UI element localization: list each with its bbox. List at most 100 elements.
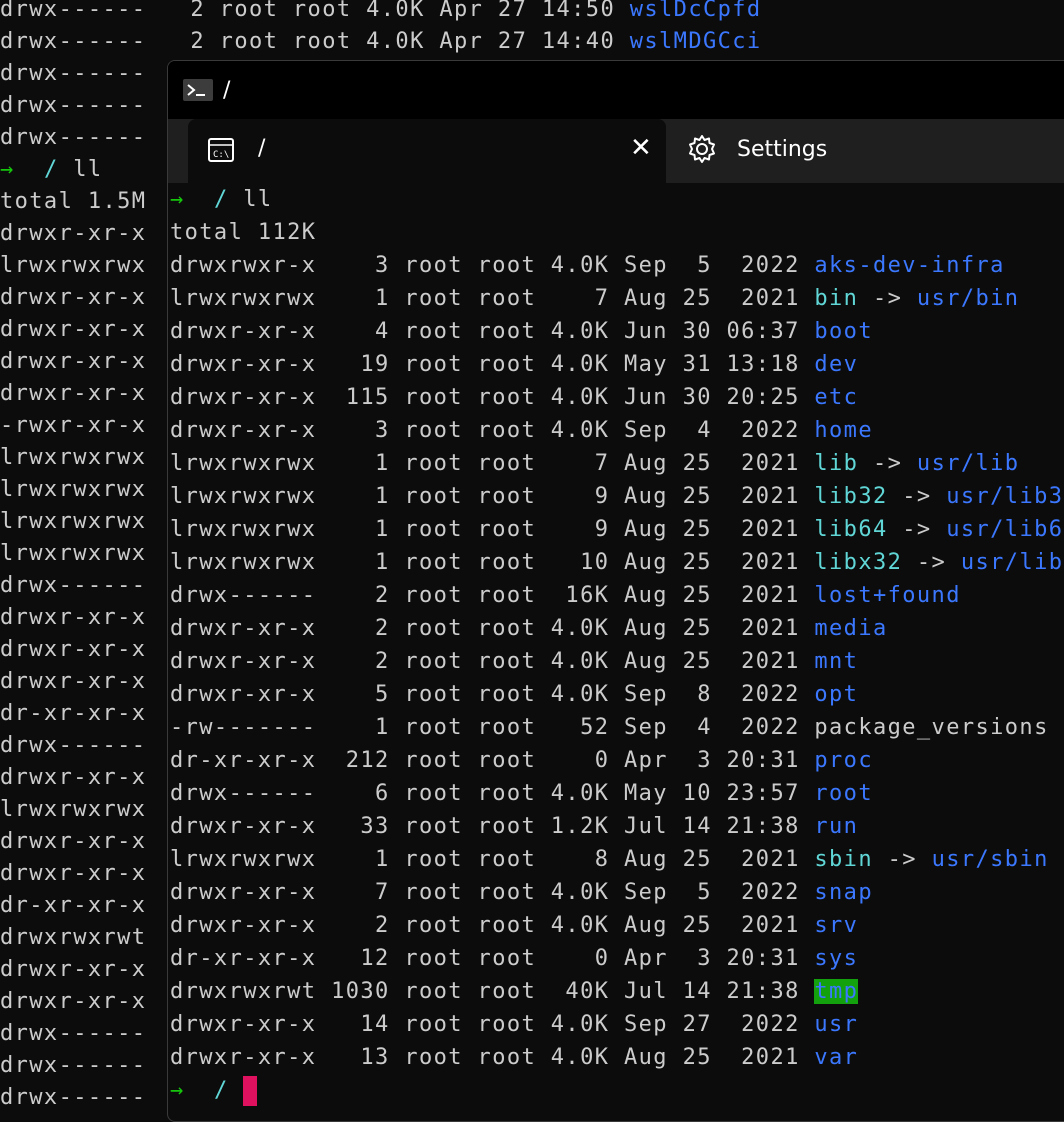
dir-name: boot [814, 319, 873, 344]
row-meta: drwxr-xr-x 14 root root 4.0K Sep 27 2022 [170, 1012, 815, 1037]
dir-name: var [814, 1045, 859, 1070]
symlink-target: usr/libx32 [960, 550, 1064, 575]
row-meta: drwxrwxrwt 1030 root root 40K Jul 14 21:… [170, 979, 815, 1004]
listing-row: dr-xr-xr-x 212 root root 0 Apr 3 20:31 p… [170, 744, 1064, 777]
title-bar: / [168, 61, 1064, 119]
listing-row: drwxr-xr-x 5 root root 4.0K Sep 8 2022 o… [170, 678, 1064, 711]
listing-row: drwx------ 2 root root 16K Aug 25 2021 l… [170, 579, 1064, 612]
symlink-arrow: -> [872, 847, 932, 872]
bg-perm: total 1.5M [0, 189, 147, 214]
bg-perm: drwxr-xr-x [0, 317, 147, 342]
listing-row: -rw------- 1 root root 52 Sep 4 2022 pac… [170, 711, 1064, 744]
listing-row: drwxr-xr-x 4 root root 4.0K Jun 30 06:37… [170, 315, 1064, 348]
dir-name: proc [814, 748, 873, 773]
tab-strip: C:\ / ✕ Settings [168, 119, 1064, 183]
bg-perm: drwx------ [0, 733, 147, 758]
terminal-app-icon [183, 79, 213, 101]
prompt-cwd: / [213, 187, 229, 212]
dir-name: root [814, 781, 873, 806]
dir-name: srv [814, 913, 859, 938]
listing-row: drwxrwxr-x 3 root root 4.0K Sep 5 2022 a… [170, 249, 1064, 282]
symlink-name: lib32 [814, 484, 888, 509]
bg-line: drwx------ 2 root root 4.0K Apr 27 14:40… [0, 26, 1064, 58]
close-icon[interactable]: ✕ [630, 133, 652, 163]
dir-name: run [814, 814, 859, 839]
symlink-arrow: -> [858, 451, 917, 476]
bg-perm: drwxr-xr-x [0, 221, 147, 246]
listing-row: drwxr-xr-x 33 root root 1.2K Jul 14 21:3… [170, 810, 1064, 843]
bg-line: drwx------ 2 root root 4.0K Apr 27 14:50… [0, 0, 1064, 26]
row-meta: drwxr-xr-x 7 root root 4.0K Sep 5 2022 [170, 880, 815, 905]
symlink-target: usr/lib32 [946, 484, 1064, 509]
bg-perm: lrwxrwxrwx [0, 541, 147, 566]
symlink-arrow: -> [902, 550, 961, 575]
row-meta: drwxrwxr-x 3 root root 4.0K Sep 5 2022 [170, 253, 815, 278]
sticky-dir-name: tmp [814, 979, 859, 1004]
bg-perm: drwx------ [0, 61, 147, 86]
symlink-name: libx32 [814, 550, 903, 575]
dir-name: dev [814, 352, 859, 377]
listing-row: lrwxrwxrwx 1 root root 9 Aug 25 2021 lib… [170, 513, 1064, 546]
symlink-arrow: -> [858, 286, 917, 311]
bg-perm: drwxr-xr-x [0, 285, 147, 310]
listing-row: lrwxrwxrwx 1 root root 8 Aug 25 2021 sbi… [170, 843, 1064, 876]
bg-perm: lrwxrwxrwx [0, 253, 147, 278]
row-meta: drwxr-xr-x 3 root root 4.0K Sep 4 2022 [170, 418, 815, 443]
bg-perm: -rwxr-xr-x [0, 413, 147, 438]
symlink-name: lib64 [814, 517, 888, 542]
symlink-target: usr/bin [916, 286, 1020, 311]
symlink-name: sbin [814, 847, 873, 872]
symlink-target: usr/lib [916, 451, 1020, 476]
row-meta: drwxr-xr-x 2 root root 4.0K Aug 25 2021 [170, 913, 815, 938]
row-meta: drwxr-xr-x 13 root root 4.0K Aug 25 2021 [170, 1045, 815, 1070]
prompt-line: → / [170, 1074, 1064, 1107]
row-meta: drwxr-xr-x 2 root root 4.0K Aug 25 2021 [170, 649, 815, 674]
listing-row: drwx------ 6 root root 4.0K May 10 23:57… [170, 777, 1064, 810]
total-line: total 112K [170, 220, 317, 245]
row-meta: drwxr-xr-x 2 root root 4.0K Aug 25 2021 [170, 616, 815, 641]
prompt-arrow: → [170, 1078, 185, 1103]
bg-perm: lrwxrwxrwx [0, 509, 147, 534]
bg-perm: drwxr-xr-x [0, 957, 147, 982]
row-meta: -rw------- 1 root root 52 Sep 4 2022 [170, 715, 815, 740]
listing-row: drwxr-xr-x 2 root root 4.0K Aug 25 2021 … [170, 612, 1064, 645]
listing-row: drwxr-xr-x 2 root root 4.0K Aug 25 2021 … [170, 909, 1064, 942]
bg-perm: drwx------ [0, 125, 147, 150]
bg-dir-name: wslMDGCci [629, 29, 762, 54]
bg-perm: lrwxrwxrwx [0, 445, 147, 470]
dir-name: etc [814, 385, 859, 410]
dir-name: sys [814, 946, 859, 971]
row-meta: drwxr-xr-x 115 root root 4.0K Jun 30 20:… [170, 385, 815, 410]
prompt-arrow: → [0, 157, 15, 182]
bg-perm: dr-xr-xr-x [0, 701, 147, 726]
bg-line-meta: drwx------ 2 root root 4.0K Apr 27 14:50 [0, 0, 630, 22]
row-meta: drwx------ 6 root root 4.0K May 10 23:57 [170, 781, 815, 806]
bg-perm: drwxrwxrwt [0, 925, 147, 950]
dir-name: opt [814, 682, 859, 707]
bg-perm: drwxr-xr-x [0, 381, 147, 406]
bg-perm: drwxr-xr-x [0, 829, 147, 854]
symlink-target: usr/lib64 [946, 517, 1064, 542]
prompt-cwd: / [213, 1078, 229, 1103]
row-meta: dr-xr-xr-x 212 root root 0 Apr 3 20:31 [170, 748, 815, 773]
bg-line-meta: drwx------ 2 root root 4.0K Apr 27 14:40 [0, 29, 630, 54]
terminal-window: / C:\ / ✕ Settings → / ll total 112K drwxr… [167, 60, 1064, 1122]
dir-name: home [814, 418, 873, 443]
row-meta: lrwxrwxrwx 1 root root 8 Aug 25 2021 [170, 847, 815, 872]
listing-row: lrwxrwxrwx 1 root root 7 Aug 25 2021 bin… [170, 282, 1064, 315]
tab-settings[interactable]: Settings [668, 119, 1064, 183]
bg-perm: drwxr-xr-x [0, 669, 147, 694]
listing-row: dr-xr-xr-x 12 root root 0 Apr 3 20:31 sy… [170, 942, 1064, 975]
gear-icon [686, 133, 718, 165]
cmd-icon: C:\ [208, 138, 234, 162]
bg-perm: drwx------ [0, 573, 147, 598]
window-title: / [223, 77, 231, 103]
terminal-output[interactable]: → / ll total 112K drwxrwxr-x 3 root root 4… [170, 183, 1064, 1121]
bg-perm: drwx------ [0, 1085, 147, 1110]
listing-row: drwxr-xr-x 14 root root 4.0K Sep 27 2022… [170, 1008, 1064, 1041]
bg-dir-name: wslDcCpfd [629, 0, 762, 22]
bg-perm: drwxr-xr-x [0, 989, 147, 1014]
prompt-line: → / ll [170, 183, 1064, 216]
tab-root[interactable]: C:\ / ✕ [188, 119, 666, 183]
symlink-name: lib [814, 451, 859, 476]
